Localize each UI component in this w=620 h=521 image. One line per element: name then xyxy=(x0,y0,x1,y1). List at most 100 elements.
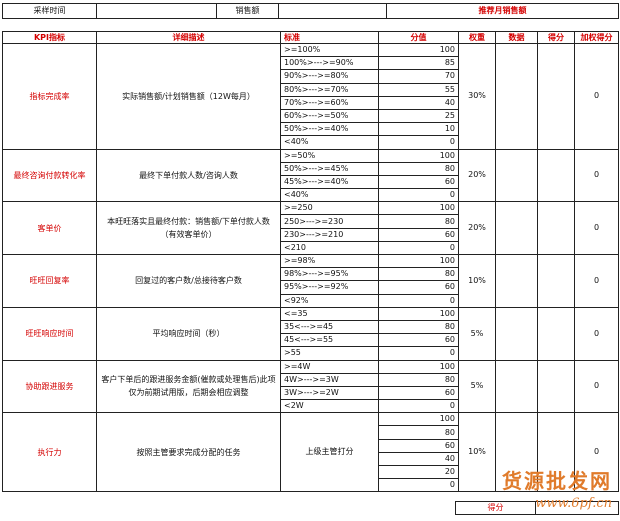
col-weighted-header: 加权得分 xyxy=(574,31,619,44)
weighted-score: 0 xyxy=(574,201,619,255)
data-cell[interactable] xyxy=(495,201,538,255)
standard-value: <40% xyxy=(280,135,379,150)
standard-value: 250>--->=230 xyxy=(280,214,379,229)
score-value: 60 xyxy=(378,385,459,401)
standard-value: >=250 xyxy=(280,201,379,216)
score-value: 0 xyxy=(378,188,459,203)
weight-value: 10% xyxy=(458,412,496,493)
standard-value: >=98% xyxy=(280,253,379,269)
watermark-logo: 货源批发网 www.6pf.cn xyxy=(502,469,612,511)
data-cell[interactable] xyxy=(495,306,538,361)
standard-value: >55 xyxy=(280,346,379,361)
standard-value: 90%>--->=80% xyxy=(280,69,379,84)
standard-value: >=100% xyxy=(280,42,379,58)
table-row: 旺旺响应时间 平均响应时间（秒） <=35 100 5% 0 xyxy=(2,306,619,361)
score-value: 10 xyxy=(378,122,459,137)
standard-value: 60%>--->=50% xyxy=(280,108,379,124)
score-value: 20 xyxy=(378,464,459,480)
score-value: 80 xyxy=(378,161,459,176)
standard-value: 80%>--->=70% xyxy=(280,82,379,97)
data-cell[interactable] xyxy=(495,43,538,150)
standard-value: 45%>--->=40% xyxy=(280,174,379,190)
kpi-description: 按照主管要求完成分配的任务 xyxy=(96,412,281,493)
col-result-header: 得分 xyxy=(537,31,575,44)
weight-value: 20% xyxy=(458,201,496,255)
sample-time-value[interactable] xyxy=(96,3,217,19)
weight-value: 10% xyxy=(458,254,496,308)
kpi-description: 最终下单付款人数/咨询人数 xyxy=(96,148,281,203)
kpi-name: 客单价 xyxy=(2,201,97,255)
sales-value[interactable] xyxy=(278,3,387,19)
standard-value: 3W>--->=2W xyxy=(280,385,379,401)
score-value: 80 xyxy=(378,372,459,387)
kpi-name: 旺旺响应时间 xyxy=(2,306,97,361)
result-cell[interactable] xyxy=(537,148,575,203)
score-value: 80 xyxy=(378,267,459,282)
kpi-name: 指标完成率 xyxy=(2,43,97,150)
table-row: 旺旺回复率 回复过的客户数/总接待客户数 >=98% 100 10% 0 xyxy=(2,253,619,308)
standard-value: 230>--->=210 xyxy=(280,227,379,242)
data-cell[interactable] xyxy=(495,148,538,203)
standard-value: 35<--->=45 xyxy=(280,319,379,335)
standard-value: 50%>--->=45% xyxy=(280,161,379,176)
standard-value: <210 xyxy=(280,240,379,256)
score-value: 55 xyxy=(378,82,459,97)
col-standard-header: 标准 xyxy=(280,31,379,44)
standard-value: 50%>--->=40% xyxy=(280,122,379,137)
table-row: 指标完成率 实际销售额/计划销售额（12W每月） >=100% 100 30% 0 xyxy=(2,42,619,150)
standard-value: 4W>--->=3W xyxy=(280,372,379,387)
result-cell[interactable] xyxy=(537,43,575,150)
weighted-score: 0 xyxy=(574,43,619,150)
weighted-score: 0 xyxy=(574,148,619,203)
kpi-description: 平均响应时间（秒） xyxy=(96,306,281,361)
data-cell[interactable] xyxy=(495,254,538,308)
score-value: 80 xyxy=(378,319,459,335)
score-value: 0 xyxy=(378,135,459,150)
result-cell[interactable] xyxy=(537,201,575,255)
recommended-monthly-sales: 推荐月销售额 xyxy=(386,3,619,19)
kpi-description: 客户下单后的跟进服务金额(催款或处理售后)此项仅为前期试用版，后期会相应调整 xyxy=(96,359,281,414)
sales-label: 销售额 xyxy=(216,3,279,19)
score-value: 60 xyxy=(378,174,459,190)
standard-value: 95%>--->=92% xyxy=(280,280,379,295)
score-value: 70 xyxy=(378,69,459,84)
result-cell[interactable] xyxy=(537,254,575,308)
standard-value: <40% xyxy=(280,188,379,203)
data-cell[interactable] xyxy=(495,359,538,414)
standard-value: >=4W xyxy=(280,359,379,374)
table-row: 执行力 按照主管要求完成分配的任务 上级主管打分 100 10% 0 xyxy=(2,412,619,493)
sample-time-label: 采样时间 xyxy=(2,3,97,19)
kpi-description: 本旺旺落实且最终付款：销售额/下单付款人数（有效客单价） xyxy=(96,201,281,255)
standard-value: <2W xyxy=(280,399,379,414)
score-value: 60 xyxy=(378,438,459,453)
weighted-score: 0 xyxy=(574,306,619,361)
standard-value: 45<--->=55 xyxy=(280,333,379,348)
weighted-score: 0 xyxy=(574,254,619,308)
kpi-description: 实际销售额/计划销售额（12W每月） xyxy=(96,43,281,150)
table-row: 客单价 本旺旺落实且最终付款：销售额/下单付款人数（有效客单价） >=250 100 2… xyxy=(2,201,619,255)
standard-value: 98%>--->=95% xyxy=(280,267,379,282)
score-value: 100 xyxy=(378,253,459,269)
standard-value: 70%>--->=60% xyxy=(280,95,379,110)
score-value: 0 xyxy=(378,293,459,308)
kpi-name: 协助跟进服务 xyxy=(2,359,97,414)
weight-value: 20% xyxy=(458,148,496,203)
col-kpi-header: KPI指标 xyxy=(2,31,97,44)
standard-value: 100%>--->=90% xyxy=(280,56,379,71)
kpi-name: 最终咨询付款转化率 xyxy=(2,148,97,203)
standard-value: <=35 xyxy=(280,306,379,321)
result-cell[interactable] xyxy=(537,359,575,414)
kpi-description: 回复过的客户数/总接待客户数 xyxy=(96,254,281,308)
col-data-header: 数据 xyxy=(495,31,538,44)
score-value: 100 xyxy=(378,412,459,427)
score-value: 60 xyxy=(378,333,459,348)
table-row: 协助跟进服务 客户下单后的跟进服务金额(催款或处理售后)此项仅为前期试用版，后期会… xyxy=(2,359,619,414)
score-value: 100 xyxy=(378,359,459,374)
score-value: 0 xyxy=(378,478,459,493)
score-value: 100 xyxy=(378,306,459,321)
score-value: 100 xyxy=(378,201,459,216)
score-value: 40 xyxy=(378,451,459,467)
score-value: 100 xyxy=(378,148,459,163)
result-cell[interactable] xyxy=(537,306,575,361)
header-table: 采样时间 销售额 推荐月销售额 xyxy=(2,3,619,19)
